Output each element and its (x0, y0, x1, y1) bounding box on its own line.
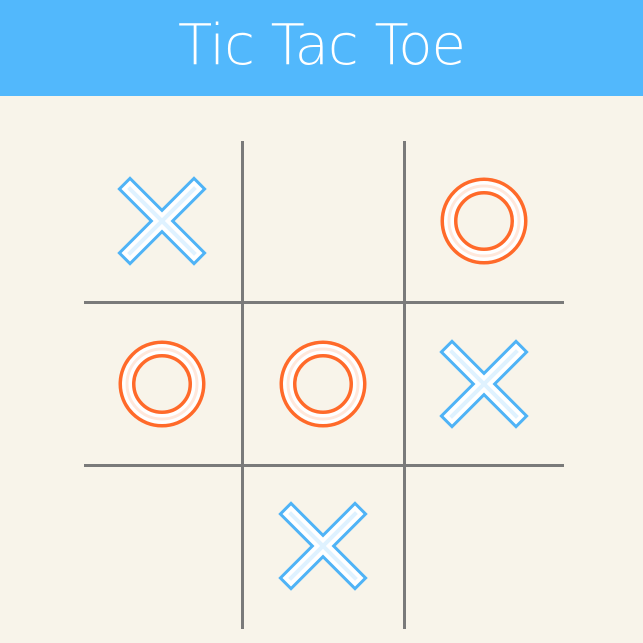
board-cell[interactable] (82, 466, 242, 626)
page-title: Tic Tac Toe (178, 13, 466, 78)
o-mark-icon (279, 340, 367, 428)
board-cell[interactable] (404, 304, 564, 464)
game-board (0, 96, 643, 643)
x-mark-icon (117, 176, 207, 266)
board-cell[interactable] (243, 466, 403, 626)
x-mark-icon (278, 501, 368, 591)
board-area (0, 96, 643, 643)
board-cell[interactable] (404, 141, 564, 301)
board-cell[interactable] (243, 304, 403, 464)
title-bar: Tic Tac Toe (0, 0, 643, 96)
x-mark-icon (439, 339, 529, 429)
board-cell[interactable] (243, 141, 403, 301)
o-mark-icon (440, 177, 528, 265)
board-cell[interactable] (82, 304, 242, 464)
board-cell[interactable] (82, 141, 242, 301)
o-mark-icon (118, 340, 206, 428)
board-cell[interactable] (404, 466, 564, 626)
